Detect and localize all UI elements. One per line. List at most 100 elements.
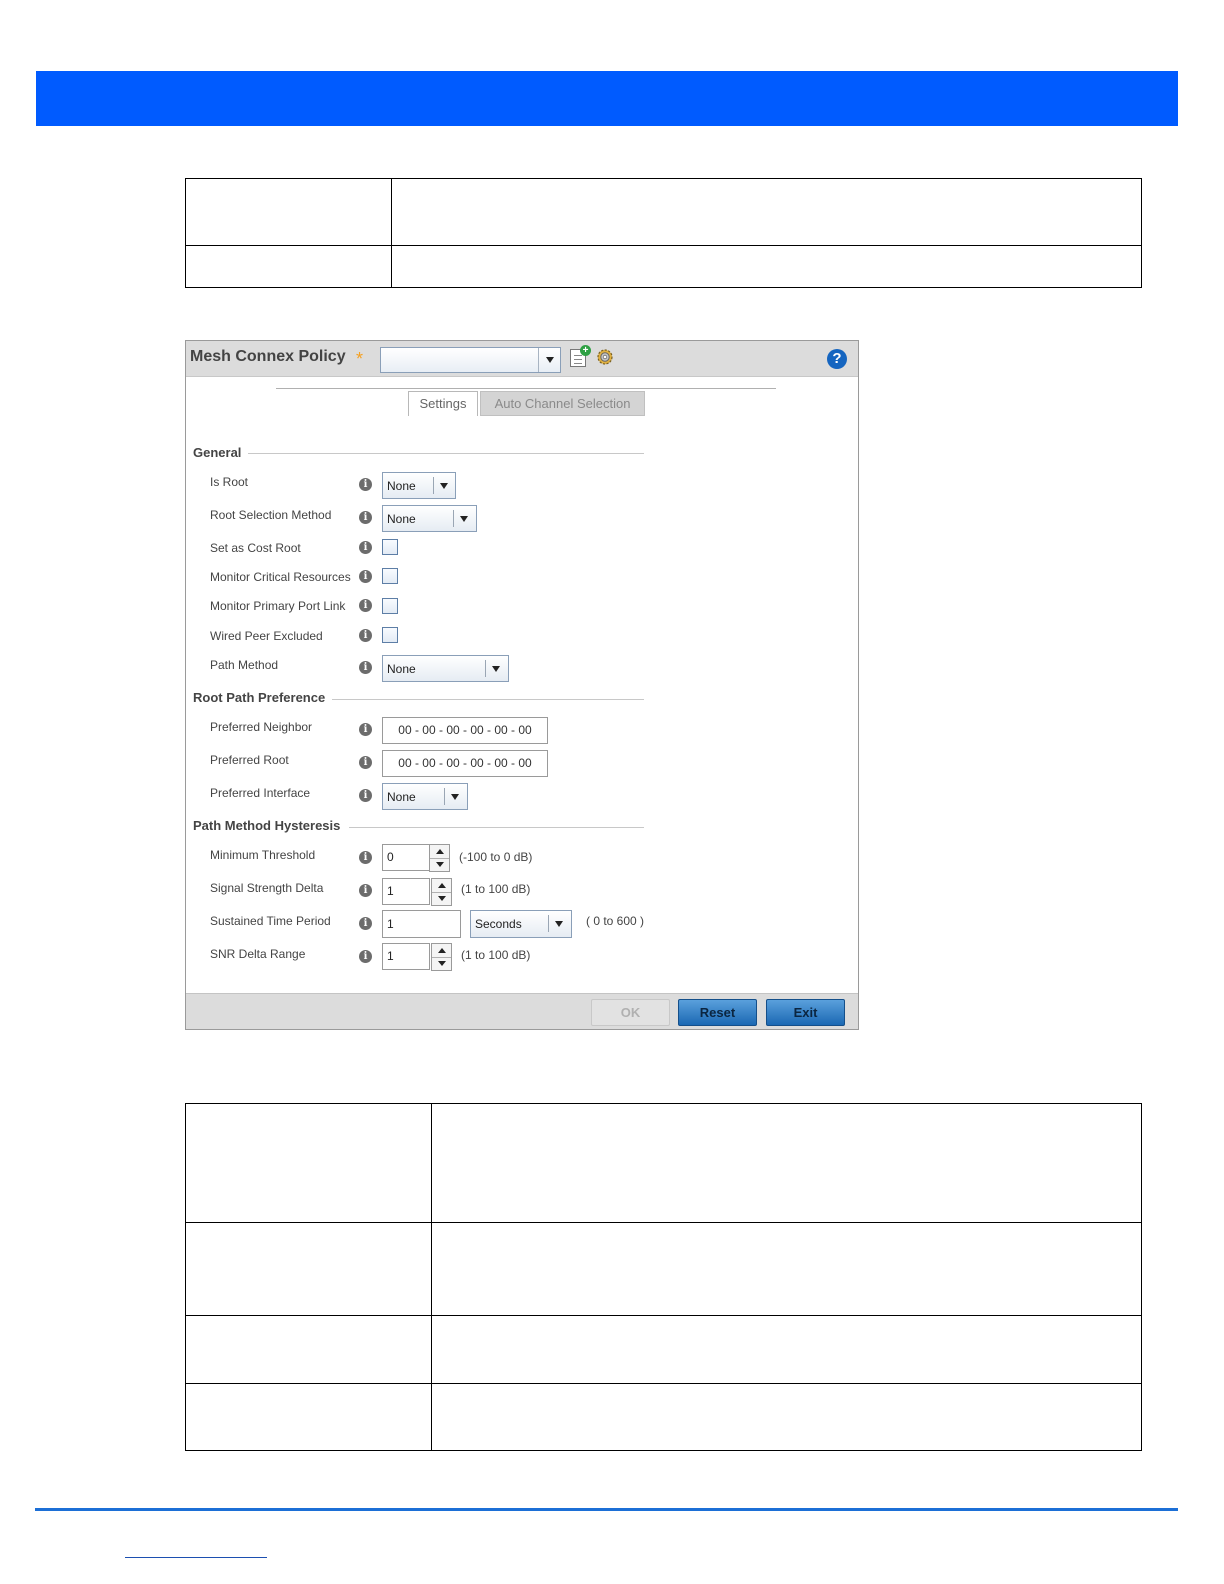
dialog-header: Mesh Connex Policy * + ? (186, 341, 858, 377)
chevron-up-icon[interactable] (438, 948, 446, 953)
chevron-up-icon[interactable] (438, 883, 446, 888)
table-row (185, 178, 1142, 246)
table-cell (185, 1383, 432, 1451)
table-cell (185, 178, 392, 246)
snr-delta-range-stepper[interactable] (431, 943, 452, 971)
sustained-time-period-label: Sustained Time Period (210, 914, 331, 928)
monitor-primary-port-link-checkbox[interactable] (382, 598, 398, 614)
info-icon[interactable]: i (359, 541, 372, 554)
sustained-time-period-unit-value: Seconds (475, 917, 522, 931)
info-icon[interactable]: i (359, 917, 372, 930)
chevron-down-icon (460, 516, 468, 522)
section-divider (248, 453, 644, 454)
info-icon[interactable]: i (359, 851, 372, 864)
table-cell (431, 1103, 1142, 1223)
info-icon[interactable]: i (359, 723, 372, 736)
policy-select-arrow[interactable] (538, 348, 560, 372)
info-icon[interactable]: i (359, 570, 372, 583)
table-row (185, 1315, 1142, 1384)
exit-button[interactable]: Exit (766, 999, 845, 1026)
preferred-interface-select[interactable]: None (382, 783, 468, 810)
table-cell (431, 1222, 1142, 1316)
path-method-select[interactable]: None (382, 655, 509, 682)
sustained-time-period-range: ( 0 to 600 ) (586, 914, 645, 928)
table-cell (391, 178, 1142, 246)
policy-name-select[interactable] (380, 347, 561, 373)
info-icon[interactable]: i (359, 511, 372, 524)
info-icon[interactable]: i (359, 629, 372, 642)
is-root-select[interactable]: None (382, 472, 456, 499)
snr-delta-range-label: SNR Delta Range (210, 947, 306, 961)
info-icon[interactable]: i (359, 789, 372, 802)
sustained-time-period-input[interactable]: 1 (382, 910, 461, 938)
tab-divider (276, 388, 776, 389)
table-cell (431, 1315, 1142, 1384)
table-cell (185, 1315, 432, 1384)
info-icon[interactable]: i (359, 756, 372, 769)
mesh-connex-policy-dialog: Mesh Connex Policy * + ? Settings Auto C… (185, 340, 859, 1030)
monitor-critical-resources-label: Monitor Critical Resources (210, 570, 351, 584)
snr-delta-range-input[interactable]: 1 (382, 943, 430, 970)
dialog-footer: OK Reset Exit (186, 993, 858, 1029)
root-selection-method-label: Root Selection Method (210, 508, 332, 522)
root-selection-method-value: None (387, 512, 416, 526)
table-row (185, 1222, 1142, 1316)
is-root-value: None (387, 479, 416, 493)
set-as-cost-root-label: Set as Cost Root (210, 541, 301, 555)
page-footer-link-underline[interactable] (125, 1557, 267, 1558)
info-icon[interactable]: i (359, 661, 372, 674)
preferred-interface-label: Preferred Interface (210, 786, 311, 800)
preferred-neighbor-input[interactable]: 00 - 00 - 00 - 00 - 00 - 00 (382, 717, 548, 744)
tab-auto-channel-selection[interactable]: Auto Channel Selection (480, 391, 645, 416)
dialog-title: Mesh Connex Policy (190, 348, 346, 365)
table-cell (185, 245, 392, 288)
section-root-path-preference: Root Path Preference (193, 690, 326, 705)
add-policy-icon[interactable]: + (570, 345, 591, 367)
section-path-method-hysteresis: Path Method Hysteresis (193, 818, 341, 833)
minimum-threshold-input[interactable]: 0 (382, 844, 430, 871)
bottom-description-table (185, 1103, 1142, 1451)
table-cell (185, 1222, 432, 1316)
section-divider (332, 699, 644, 700)
signal-strength-delta-stepper[interactable] (431, 878, 452, 906)
chevron-down-icon[interactable] (438, 896, 446, 901)
preferred-root-input[interactable]: 00 - 00 - 00 - 00 - 00 - 00 (382, 750, 548, 777)
minimum-threshold-stepper[interactable] (429, 844, 450, 872)
page-header-bar (36, 71, 1178, 126)
path-method-value: None (387, 662, 416, 676)
table-row (185, 245, 1142, 288)
monitor-critical-resources-checkbox[interactable] (382, 568, 398, 584)
minimum-threshold-range: (-100 to 0 dB) (459, 850, 533, 864)
table-cell (391, 245, 1142, 288)
info-icon[interactable]: i (359, 950, 372, 963)
chevron-down-icon (451, 794, 459, 800)
section-general: General (193, 445, 242, 460)
reset-button[interactable]: Reset (678, 999, 757, 1026)
ok-button[interactable]: OK (591, 999, 670, 1026)
info-icon[interactable]: i (359, 478, 372, 491)
wired-peer-excluded-checkbox[interactable] (382, 627, 398, 643)
chevron-up-icon[interactable] (436, 849, 444, 854)
chevron-down-icon[interactable] (436, 862, 444, 867)
root-selection-method-select[interactable]: None (382, 505, 477, 532)
gear-icon[interactable] (595, 347, 615, 367)
set-as-cost-root-checkbox[interactable] (382, 539, 398, 555)
table-row (185, 1103, 1142, 1223)
snr-delta-range-range: (1 to 100 dB) (461, 948, 531, 962)
signal-strength-delta-label: Signal Strength Delta (210, 881, 324, 895)
tab-settings[interactable]: Settings (408, 391, 478, 416)
chevron-down-icon (546, 357, 554, 363)
preferred-neighbor-label: Preferred Neighbor (210, 720, 313, 734)
chevron-down-icon (440, 483, 448, 489)
is-root-label: Is Root (210, 475, 249, 489)
chevron-down-icon[interactable] (438, 961, 446, 966)
chevron-down-icon (492, 666, 500, 672)
info-icon[interactable]: i (359, 599, 372, 612)
table-cell (185, 1103, 432, 1223)
info-icon[interactable]: i (359, 884, 372, 897)
signal-strength-delta-input[interactable]: 1 (382, 878, 430, 905)
help-icon[interactable]: ? (827, 349, 847, 369)
wired-peer-excluded-label: Wired Peer Excluded (210, 629, 323, 643)
sustained-time-period-unit-select[interactable]: Seconds (470, 910, 572, 938)
path-method-label: Path Method (210, 658, 279, 672)
